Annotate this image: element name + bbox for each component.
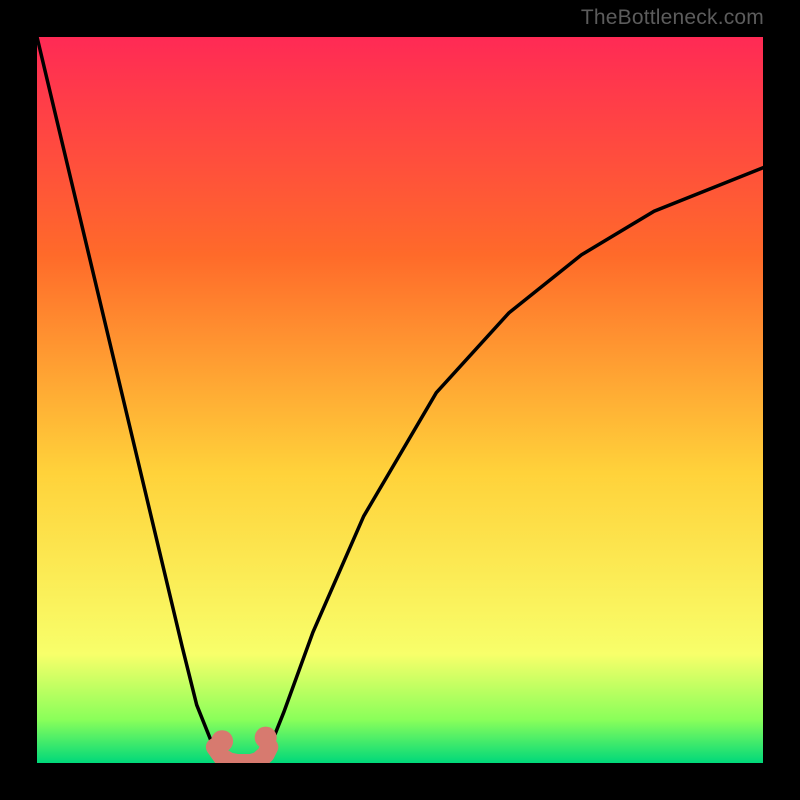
watermark-text: TheBottleneck.com xyxy=(581,6,764,30)
marker-dots xyxy=(211,727,277,753)
outer-frame: TheBottleneck.com xyxy=(0,0,800,800)
bottleneck-curve xyxy=(37,37,763,763)
marker-dot xyxy=(211,730,233,752)
marker-dot xyxy=(255,727,277,749)
curve-layer xyxy=(37,37,763,763)
plot-area xyxy=(37,37,763,763)
